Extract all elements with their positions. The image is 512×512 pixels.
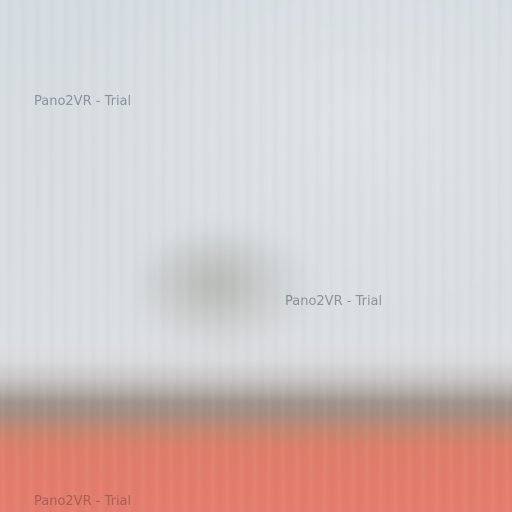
- trial-watermark-bottom-left: Pano2VR - Trial: [34, 494, 132, 509]
- trial-watermark-top-left: Pano2VR - Trial: [34, 94, 132, 109]
- blurred-object: [140, 230, 310, 350]
- panorama-view[interactable]: Pano2VR - Trial Pano2VR - Trial Pano2VR …: [0, 0, 512, 512]
- trial-watermark-center: Pano2VR - Trial: [285, 294, 383, 309]
- sky-light: [0, 0, 512, 360]
- streak-overlay: [0, 0, 512, 512]
